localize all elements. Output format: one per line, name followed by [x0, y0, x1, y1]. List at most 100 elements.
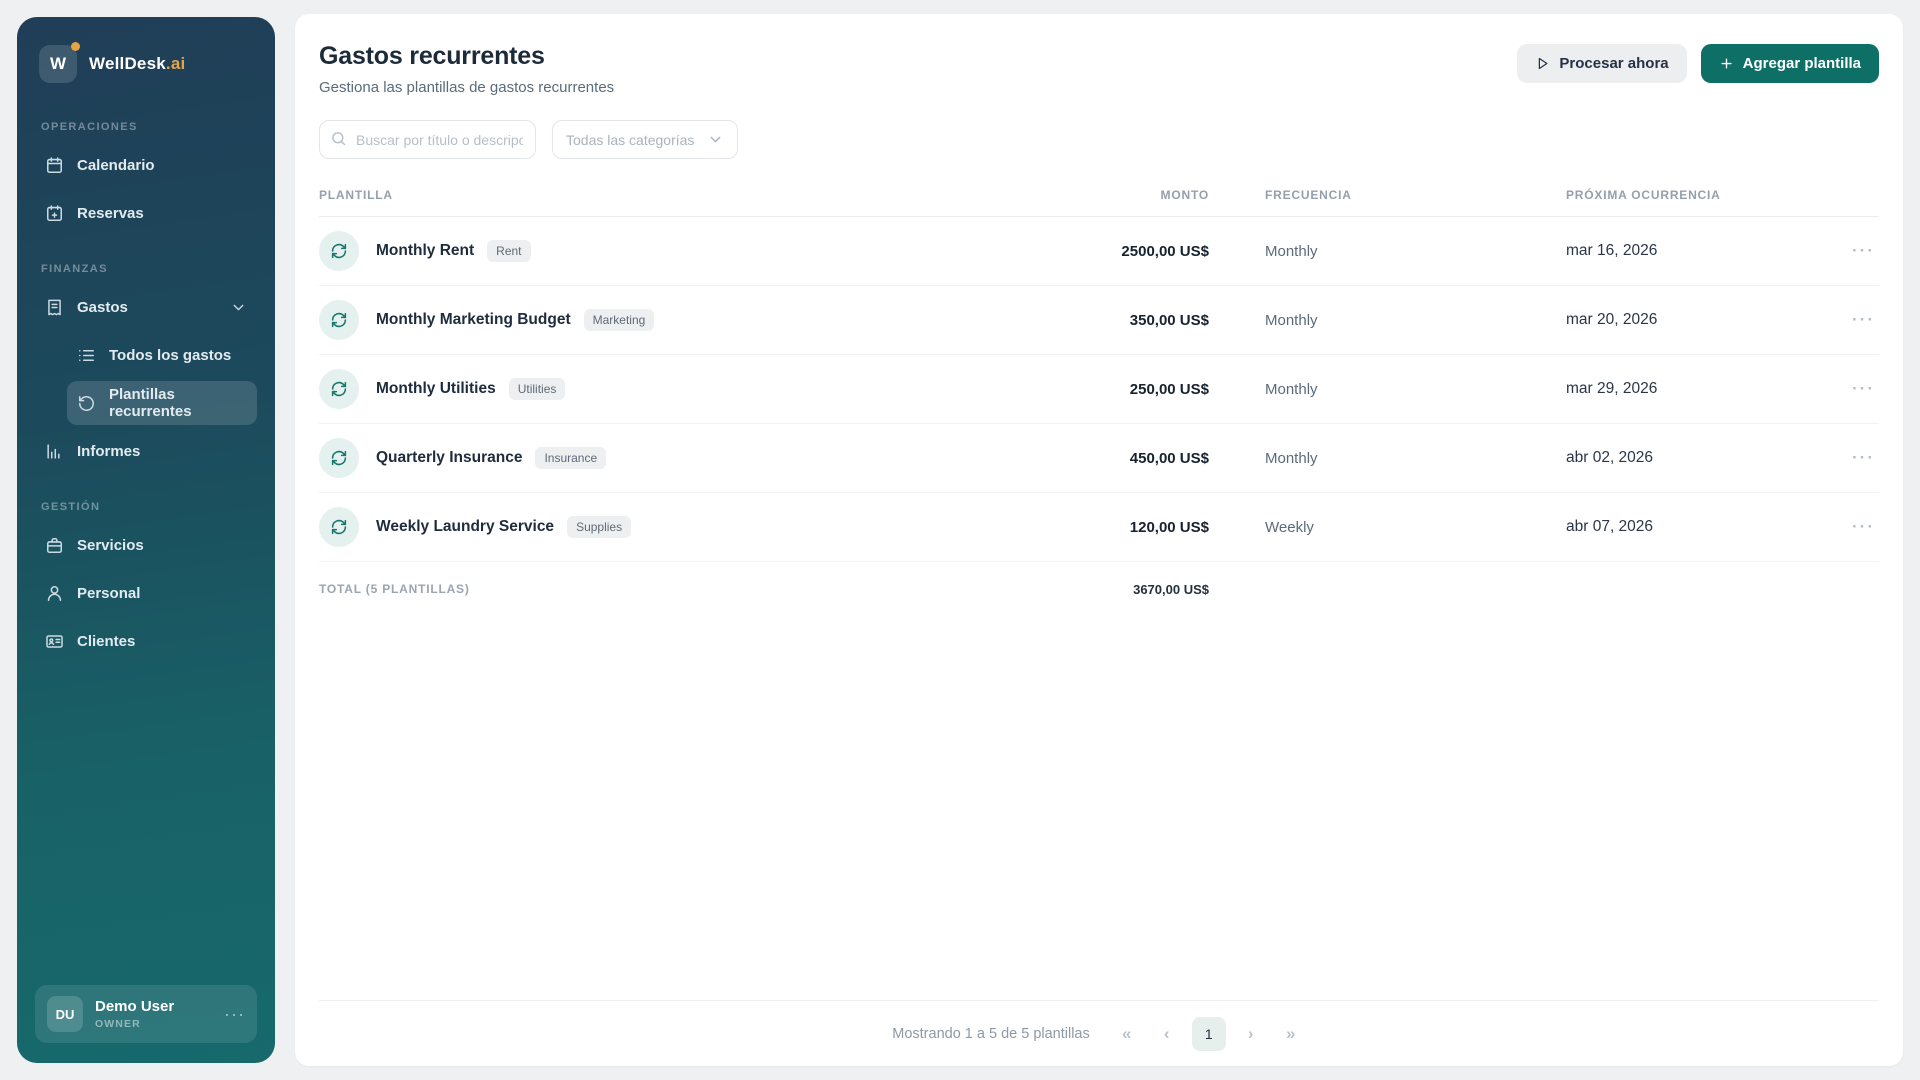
main-content: Gastos recurrentes Gestiona las plantill… [295, 14, 1903, 1066]
category-tag: Marketing [583, 309, 655, 331]
sidebar-item-reservas[interactable]: Reservas [35, 191, 257, 235]
brand-name: WellDesk.ai [89, 54, 186, 73]
amount-cell: 450,00 US$ [1129, 449, 1209, 467]
sidebar-item-calendario[interactable]: Calendario [35, 143, 257, 187]
category-filter-select[interactable]: Todas las categorías [552, 120, 738, 159]
frequency-cell: Weekly [1265, 518, 1314, 536]
recurring-refresh-icon [319, 507, 359, 547]
sidebar-item-servicios[interactable]: Servicios [35, 523, 257, 567]
sidebar-item-label: Clientes [77, 632, 136, 650]
table-row[interactable]: Monthly Rent Rent 2500,00 US$ Monthly ma… [319, 217, 1879, 286]
sidebar-item-label: Calendario [77, 156, 155, 174]
brand-logo: W [39, 42, 80, 83]
last-page-button[interactable]: » [1276, 1019, 1306, 1049]
bar-chart-icon [45, 442, 64, 461]
sidebar: W WellDesk.ai OPERACIONES Calendario Res… [17, 17, 275, 1063]
sidebar-item-label: Reservas [77, 204, 144, 222]
sidebar-item-gastos[interactable]: Gastos [35, 285, 257, 329]
sidebar-section-gestion: GESTIÓN [41, 501, 101, 513]
next-occurrence-cell: abr 07, 2026 [1566, 518, 1654, 535]
column-header-frecuencia: FRECUENCIA [1265, 187, 1352, 202]
brand-notification-dot [71, 42, 80, 51]
table-row[interactable]: Monthly Utilities Utilities 250,00 US$ M… [319, 355, 1879, 424]
template-name: Weekly Laundry Service [376, 518, 555, 535]
total-label: TOTAL (5 PLANTILLAS) [319, 582, 470, 596]
sidebar-item-todos-los-gastos[interactable]: Todos los gastos [67, 333, 257, 377]
search-input[interactable] [319, 120, 536, 159]
amount-cell: 2500,00 US$ [1121, 242, 1209, 260]
filters-bar: Todas las categorías [319, 120, 1879, 159]
avatar: DU [47, 996, 83, 1032]
category-tag: Supplies [567, 516, 632, 538]
sidebar-item-clientes[interactable]: Clientes [35, 619, 257, 663]
user-role: OWNER [95, 1018, 141, 1030]
calendar-plus-icon [45, 204, 64, 223]
current-page-indicator[interactable]: 1 [1191, 1016, 1226, 1051]
plus-icon [1721, 58, 1732, 69]
sidebar-item-plantillas-recurrentes[interactable]: Plantillas recurrentes [67, 381, 257, 425]
sidebar-item-personal[interactable]: Personal [35, 571, 257, 615]
next-occurrence-cell: mar 20, 2026 [1566, 311, 1658, 328]
pagination-bar: Mostrando 1 a 5 de 5 plantillas « ‹ 1 › … [319, 1000, 1879, 1066]
sidebar-item-label: Todos los gastos [109, 346, 232, 364]
total-amount: 3670,00 US$ [1133, 581, 1209, 597]
row-actions-button[interactable]: ··· [1848, 444, 1879, 472]
next-page-button[interactable]: › [1236, 1019, 1266, 1049]
template-name: Monthly Utilities [376, 380, 496, 397]
sidebar-item-informes[interactable]: Informes [35, 429, 257, 473]
brand-suffix: .ai [165, 54, 186, 73]
row-actions-button[interactable]: ··· [1848, 306, 1879, 334]
recurring-refresh-icon [319, 231, 359, 271]
category-tag: Utilities [508, 378, 566, 400]
row-actions-button[interactable]: ··· [1848, 237, 1879, 265]
process-now-button[interactable]: Procesar ahora [1517, 44, 1687, 83]
search-icon [330, 130, 347, 147]
page-subtitle: Gestiona las plantillas de gastos recurr… [319, 79, 615, 96]
frequency-cell: Monthly [1265, 380, 1318, 398]
list-icon [77, 346, 96, 365]
play-icon [1539, 57, 1548, 70]
brand-initial: W [49, 54, 67, 73]
previous-page-button[interactable]: ‹ [1152, 1019, 1182, 1049]
user-menu-button[interactable]: ··· [224, 1004, 245, 1025]
next-occurrence-cell: mar 29, 2026 [1566, 380, 1658, 397]
template-name: Monthly Marketing Budget [376, 311, 571, 328]
row-actions-button[interactable]: ··· [1848, 375, 1879, 403]
column-header-plantilla: PLANTILLA [319, 187, 393, 202]
receipt-icon [45, 298, 64, 317]
recurring-refresh-icon [319, 369, 359, 409]
recurring-refresh-icon [319, 438, 359, 478]
id-card-icon [45, 632, 64, 651]
next-occurrence-cell: abr 02, 2026 [1566, 449, 1654, 466]
category-tag: Insurance [535, 447, 607, 469]
frequency-cell: Monthly [1265, 311, 1318, 329]
category-tag: Rent [487, 240, 531, 262]
table-row[interactable]: Quarterly Insurance Insurance 450,00 US$… [319, 424, 1879, 493]
page-title: Gastos recurrentes [319, 42, 545, 70]
amount-cell: 250,00 US$ [1129, 380, 1209, 398]
add-template-button[interactable]: Agregar plantilla [1700, 44, 1879, 83]
briefcase-icon [45, 536, 64, 555]
frequency-cell: Monthly [1265, 242, 1318, 260]
user-name: Demo User [95, 998, 175, 1015]
chevron-down-icon [710, 136, 721, 143]
first-page-button[interactable]: « [1112, 1019, 1142, 1049]
page-header: Gastos recurrentes Gestiona las plantill… [319, 42, 1879, 96]
amount-cell: 120,00 US$ [1129, 518, 1209, 536]
sidebar-item-label: Personal [77, 584, 141, 602]
column-header-proxima: PRÓXIMA OCURRENCIA [1566, 187, 1721, 202]
table-row[interactable]: Weekly Laundry Service Supplies 120,00 U… [319, 493, 1879, 562]
recurring-refresh-icon [319, 300, 359, 340]
frequency-cell: Monthly [1265, 449, 1318, 467]
sidebar-item-label: Servicios [77, 536, 144, 554]
user-card[interactable]: DU Demo User OWNER ··· [35, 985, 257, 1043]
sidebar-section-operaciones: OPERACIONES [41, 121, 138, 133]
table-row[interactable]: Monthly Marketing Budget Marketing 350,0… [319, 286, 1879, 355]
header-actions: Procesar ahora Agregar plantilla [1517, 44, 1879, 83]
search-box [319, 120, 536, 159]
row-actions-button[interactable]: ··· [1848, 513, 1879, 541]
calendar-icon [45, 156, 64, 175]
table-total-row: TOTAL (5 PLANTILLAS) 3670,00 US$ [319, 562, 1879, 616]
next-occurrence-cell: mar 16, 2026 [1566, 242, 1658, 259]
brand: W WellDesk.ai [39, 42, 253, 83]
